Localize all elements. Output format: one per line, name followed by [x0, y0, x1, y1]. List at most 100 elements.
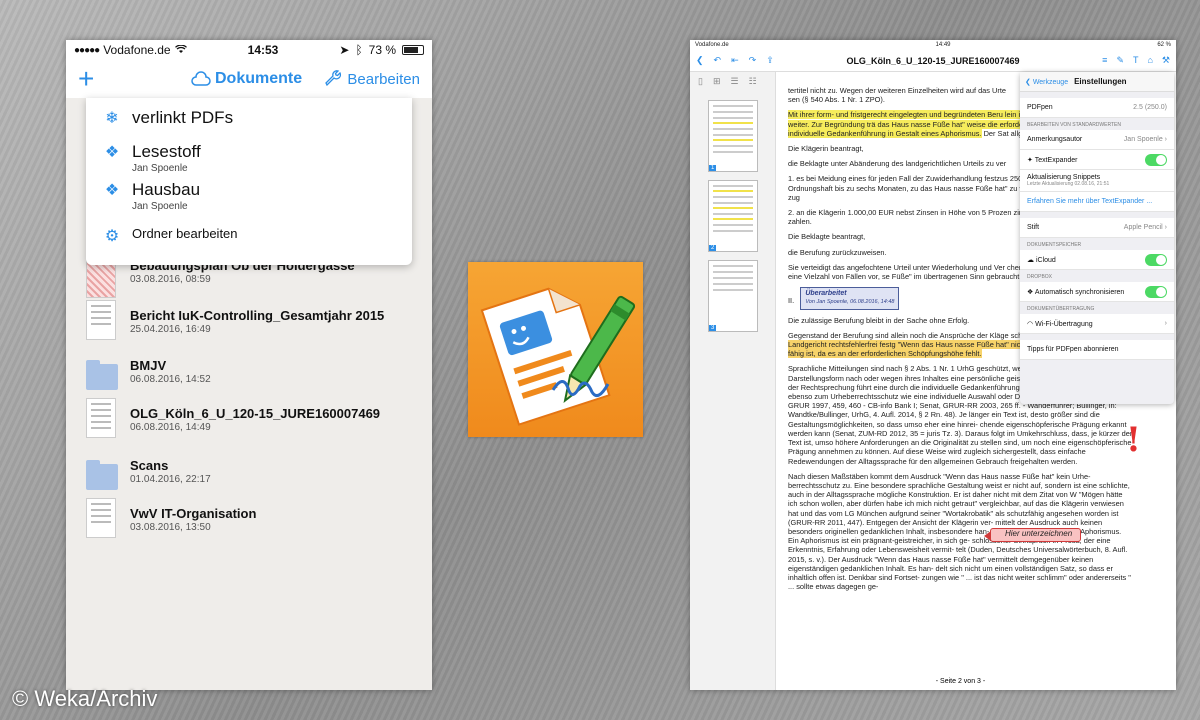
document-thumbnail — [86, 498, 116, 538]
documents-title: Dokumente — [215, 70, 303, 87]
revised-stamp[interactable]: Überarbeitet Von Jan Spoenle, 06.08.2016,… — [800, 287, 900, 310]
carrier-label: Vodafone.de — [695, 42, 729, 48]
ipad-statusbar: Vodafone.de 14:49 62 % — [690, 40, 1176, 50]
sidebar-toggle-icon[interactable]: ⇤ — [731, 55, 739, 66]
page-thumbnail-3[interactable]: 3 — [708, 260, 758, 332]
page-thumbnail-1[interactable]: 1 — [708, 100, 758, 172]
doc-paragraph: Nach diesen Maßstäben kommt dem Ausdruck… — [788, 471, 1131, 592]
iphone-screen: ●●●●● Vodafone.de 14:53 ➤ ᛒ 73 % + Dokum… — [66, 40, 432, 690]
page-thumbnail-2[interactable]: 2 — [708, 180, 758, 252]
dropdown-item-edit-folders[interactable]: ⚙ Ordner bearbeiten — [102, 226, 238, 246]
dropbox-icon: ❖ — [1027, 288, 1034, 296]
location-icon: ➤ — [339, 43, 350, 57]
textexpander-icon: ✦ — [1027, 156, 1033, 164]
library-icon[interactable]: ⌂ — [1147, 55, 1152, 66]
page-thumbnails-sidebar: ▯ ⊞ ☰ ☷ 1 2 3 — [690, 72, 776, 690]
battery-percent: 62 % — [1157, 42, 1171, 48]
dropdown-item-label: Hausbau — [132, 180, 201, 199]
sign-here-callout[interactable]: Hier unterzeichnen — [983, 528, 1082, 542]
snippets-update-row[interactable]: Aktualisierung Snippets Letzte Aktualisi… — [1020, 170, 1174, 192]
clock: 14:53 — [247, 43, 279, 57]
wifi-icon — [174, 43, 187, 57]
dropbox-icon: ❖ — [104, 144, 120, 161]
outline-icon[interactable]: ☰ — [731, 76, 739, 87]
grid-icon[interactable]: ⊞ — [713, 76, 721, 87]
ipad-screen: Vodafone.de 14:49 62 % ❮ ↶ ⇤ ↷ ⇪ OLG_Köl… — [690, 40, 1176, 690]
file-date: 03.08.2016, 13:50 — [130, 522, 211, 533]
list-item[interactable]: OLG_Köln_6_U_120-15_JURE160007469 06.08.… — [66, 398, 432, 458]
file-name: Bericht IuK-Controlling_Gesamtjahr 2015 — [130, 308, 385, 323]
annotation-author-row[interactable]: Anmerkungsautor Jan Spoenle › — [1020, 130, 1174, 150]
dropdown-item-label: Ordner bearbeiten — [132, 226, 238, 241]
snowflake-icon: ❄ — [105, 110, 119, 127]
file-name: VwV IT-Organisation — [130, 506, 257, 521]
file-date: 03.08.2016, 08:59 — [130, 274, 211, 285]
dropdown-item-account: Jan Spoenle — [132, 163, 188, 174]
section-header: DOKUMENTSPEICHER — [1027, 242, 1082, 248]
list-item[interactable]: VwV IT-Organisation 03.08.2016, 13:50 — [66, 498, 432, 558]
back-icon[interactable]: ❮ — [696, 55, 704, 66]
page-number: 1 — [709, 165, 717, 171]
dropdown-item-linked-pdfs[interactable]: ❄ verlinkt PDFs — [102, 108, 233, 128]
share-icon[interactable]: ⇪ — [766, 55, 774, 66]
text-icon[interactable]: T — [1133, 55, 1139, 66]
version-row: PDFpen 2.5 (250.0) — [1020, 98, 1174, 118]
bookmark-list-icon[interactable]: ☷ — [749, 76, 757, 87]
wifi-icon: ◠ — [1027, 320, 1034, 328]
back-to-tools-button[interactable]: ❮ Werkzeuge — [1025, 78, 1068, 86]
dropdown-item-hausbau[interactable]: ❖ Hausbau Jan Spoenle — [102, 180, 200, 212]
file-name: Scans — [130, 458, 169, 473]
file-date: 06.08.2016, 14:49 — [130, 422, 211, 433]
textexpander-row: ✦ TextExpander — [1020, 150, 1174, 170]
file-date: 06.08.2016, 14:52 — [130, 374, 211, 385]
file-name: BMJV — [130, 358, 167, 373]
textexpander-learn-more-link[interactable]: Erfahren Sie mehr über TextExpander ... — [1020, 192, 1174, 212]
wifi-transfer-row[interactable]: ◠ Wi-Fi-Übertragung › — [1020, 314, 1174, 334]
pen-row[interactable]: Stift Apple Pencil › — [1020, 218, 1174, 238]
redo-icon[interactable]: ↷ — [749, 55, 757, 66]
wrench-icon[interactable]: ⚒ — [1162, 55, 1170, 66]
autosync-toggle[interactable] — [1145, 285, 1167, 298]
wrench-icon[interactable] — [323, 68, 341, 91]
section-header: DROPBOX — [1027, 274, 1053, 280]
edit-button[interactable]: Bearbeiten — [347, 71, 420, 88]
copyright-watermark: © Weka/Archiv — [12, 686, 158, 711]
undo-icon[interactable]: ↶ — [714, 55, 722, 66]
dropdown-item-label: Lesestoff — [132, 142, 201, 161]
bluetooth-icon: ᛒ — [355, 43, 363, 57]
thumbnail-view-icon[interactable]: ▯ — [698, 76, 703, 87]
document-thumbnail — [86, 398, 116, 438]
section-header: DOKUMENTÜBERTRAGUNG — [1027, 306, 1095, 312]
battery-percent: 73 % — [368, 43, 396, 57]
document-thumbnail — [86, 300, 116, 340]
dropdown-item-account: Jan Spoenle — [132, 201, 188, 212]
icloud-toggle[interactable] — [1145, 253, 1167, 266]
ipad-toolbar: ❮ ↶ ⇤ ↷ ⇪ OLG_Köln_6_U_120-15_JURE160007… — [690, 50, 1176, 72]
settings-popover: ❮ Werkzeuge Einstellungen PDFpen 2.5 (250… — [1020, 72, 1174, 404]
file-name: OLG_Köln_6_U_120-15_JURE160007469 — [130, 406, 381, 421]
file-date: 01.04.2016, 22:17 — [130, 474, 211, 485]
list-item[interactable]: Bericht IuK-Controlling_Gesamtjahr 2015 … — [66, 300, 432, 360]
page-footer: - Seite 2 von 3 - — [935, 678, 986, 685]
autosync-row: ❖ Automatisch synchronisieren — [1020, 282, 1174, 302]
documents-menu-button[interactable]: Dokumente — [191, 70, 302, 88]
gear-icon: ⚙ — [104, 228, 120, 245]
phone-statusbar: ●●●●● Vodafone.de 14:53 ➤ ᛒ 73 % — [66, 40, 432, 60]
textexpander-toggle[interactable] — [1145, 153, 1167, 166]
markup-icon[interactable]: ≡ — [1102, 55, 1107, 66]
dropdown-item-lesestoff[interactable]: ❖ Lesestoff Jan Spoenle — [102, 142, 201, 174]
icloud-row: ☁ iCloud — [1020, 250, 1174, 270]
battery-icon — [402, 45, 424, 55]
cloud-icon — [191, 71, 211, 86]
pen-document-icon — [480, 287, 636, 426]
file-date: 25.04.2016, 16:49 — [130, 324, 211, 335]
popover-title: Einstellungen — [1074, 77, 1127, 86]
pencil-icon[interactable]: ✎ — [1116, 55, 1124, 66]
add-button[interactable]: + — [78, 65, 94, 93]
carrier-label: Vodafone.de — [103, 43, 171, 57]
popover-header: ❮ Werkzeuge Einstellungen — [1020, 72, 1174, 92]
subscribe-tips-row[interactable]: Tipps für PDFpen abonnieren — [1020, 340, 1174, 360]
clock: 14:49 — [935, 42, 951, 48]
page-number: 2 — [709, 245, 717, 251]
signal-icon: ●●●●● — [74, 44, 100, 56]
